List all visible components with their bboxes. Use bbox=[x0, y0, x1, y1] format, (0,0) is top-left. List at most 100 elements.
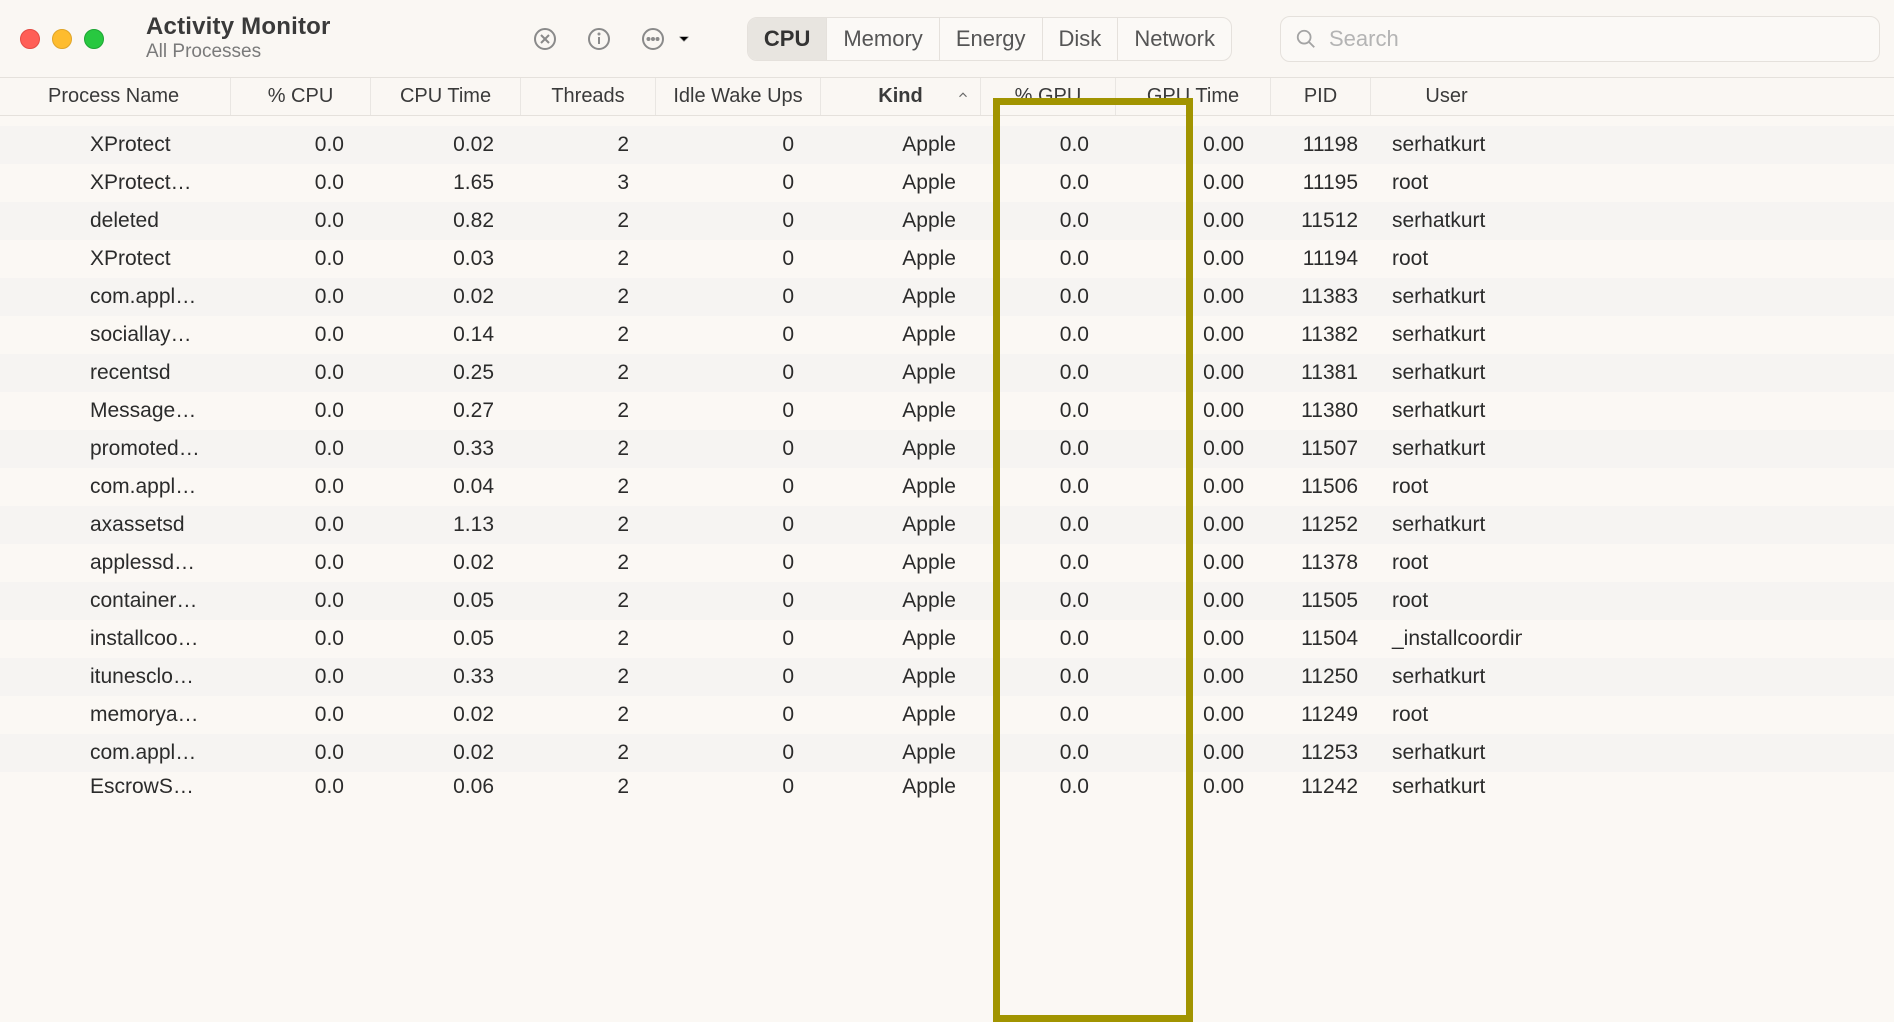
table-row[interactable] bbox=[0, 116, 1894, 126]
cell-gpu-percent: 0.0 bbox=[980, 399, 1115, 423]
cell-kind: Apple bbox=[820, 665, 980, 689]
table-row[interactable]: promoted… 0.0 0.33 2 0 Apple 0.0 0.00 11… bbox=[0, 430, 1894, 468]
col-kind[interactable]: Kind bbox=[820, 78, 980, 115]
cell-user: _installcoordin bbox=[1370, 627, 1522, 651]
cell-user: serhatkurt bbox=[1370, 437, 1522, 461]
col-label: User bbox=[1425, 85, 1467, 108]
table-row[interactable]: XProtect 0.0 0.03 2 0 Apple 0.0 0.00 111… bbox=[0, 240, 1894, 278]
options-popup-button[interactable] bbox=[633, 19, 693, 59]
cell-process-name: promoted… bbox=[40, 437, 230, 461]
view-tabs: CPU Memory Energy Disk Network bbox=[747, 17, 1232, 61]
tab-disk[interactable]: Disk bbox=[1042, 18, 1118, 60]
cell-pid: 11194 bbox=[1270, 247, 1370, 271]
cell-process-name: container… bbox=[40, 589, 230, 613]
table-row[interactable]: deleted 0.0 0.82 2 0 Apple 0.0 0.00 1151… bbox=[0, 202, 1894, 240]
table-row[interactable]: installcoo… 0.0 0.05 2 0 Apple 0.0 0.00 … bbox=[0, 620, 1894, 658]
cell-threads: 2 bbox=[520, 399, 655, 423]
close-window-button[interactable] bbox=[20, 29, 40, 49]
cell-pid: 11383 bbox=[1270, 285, 1370, 309]
minimize-window-button[interactable] bbox=[52, 29, 72, 49]
cell-process-name: recentsd bbox=[40, 361, 230, 385]
col-gpu-time[interactable]: GPU Time bbox=[1115, 78, 1270, 115]
cell-pid: 11382 bbox=[1270, 323, 1370, 347]
cell-process-name: EscrowS… bbox=[40, 775, 230, 799]
tab-energy[interactable]: Energy bbox=[939, 18, 1042, 60]
cell-threads: 2 bbox=[520, 703, 655, 727]
window-subtitle: All Processes bbox=[146, 42, 416, 63]
tab-network[interactable]: Network bbox=[1117, 18, 1231, 60]
cell-threads: 2 bbox=[520, 551, 655, 575]
cell-kind: Apple bbox=[820, 513, 980, 537]
cell-cpu-percent: 0.0 bbox=[230, 323, 370, 347]
cell-idle-wakeups: 0 bbox=[655, 209, 820, 233]
tab-cpu[interactable]: CPU bbox=[748, 18, 826, 60]
col-idle-wakeups[interactable]: Idle Wake Ups bbox=[655, 78, 820, 115]
stop-process-button[interactable] bbox=[525, 19, 565, 59]
cell-cpu-percent: 0.0 bbox=[230, 171, 370, 195]
cell-gpu-time: 0.00 bbox=[1115, 361, 1270, 385]
col-label: PID bbox=[1304, 85, 1337, 108]
cell-idle-wakeups: 0 bbox=[655, 551, 820, 575]
cell-gpu-time: 0.00 bbox=[1115, 323, 1270, 347]
cell-gpu-percent: 0.0 bbox=[980, 437, 1115, 461]
cell-gpu-percent: 0.0 bbox=[980, 627, 1115, 651]
table-row[interactable]: applessd… 0.0 0.02 2 0 Apple 0.0 0.00 11… bbox=[0, 544, 1894, 582]
cell-gpu-percent: 0.0 bbox=[980, 285, 1115, 309]
table-row[interactable]: memorya… 0.0 0.02 2 0 Apple 0.0 0.00 112… bbox=[0, 696, 1894, 734]
cell-gpu-percent: 0.0 bbox=[980, 775, 1115, 799]
table-row[interactable]: recentsd 0.0 0.25 2 0 Apple 0.0 0.00 113… bbox=[0, 354, 1894, 392]
table-row[interactable]: sociallay… 0.0 0.14 2 0 Apple 0.0 0.00 1… bbox=[0, 316, 1894, 354]
col-cpu-time[interactable]: CPU Time bbox=[370, 78, 520, 115]
cell-pid: 11378 bbox=[1270, 551, 1370, 575]
cell-process-name: installcoo… bbox=[40, 627, 230, 651]
tab-memory[interactable]: Memory bbox=[826, 18, 938, 60]
col-user[interactable]: User bbox=[1370, 78, 1522, 115]
cell-cpu-time: 0.25 bbox=[370, 361, 520, 385]
cell-threads: 2 bbox=[520, 589, 655, 613]
table-row[interactable]: XProtect… 0.0 1.65 3 0 Apple 0.0 0.00 11… bbox=[0, 164, 1894, 202]
cell-user: root bbox=[1370, 247, 1522, 271]
cell-threads: 2 bbox=[520, 285, 655, 309]
title-block: Activity Monitor All Processes bbox=[132, 14, 416, 63]
cell-gpu-time: 0.00 bbox=[1115, 285, 1270, 309]
table-row[interactable]: itunesclo… 0.0 0.33 2 0 Apple 0.0 0.00 1… bbox=[0, 658, 1894, 696]
stop-icon bbox=[533, 27, 557, 51]
table-row[interactable]: Message… 0.0 0.27 2 0 Apple 0.0 0.00 113… bbox=[0, 392, 1894, 430]
cell-process-name: deleted bbox=[40, 209, 230, 233]
col-gpu-percent[interactable]: % GPU bbox=[980, 78, 1115, 115]
cell-user: root bbox=[1370, 171, 1522, 195]
cell-cpu-percent: 0.0 bbox=[230, 437, 370, 461]
table-row[interactable]: container… 0.0 0.05 2 0 Apple 0.0 0.00 1… bbox=[0, 582, 1894, 620]
cell-pid: 11512 bbox=[1270, 209, 1370, 233]
cell-user: serhatkurt bbox=[1370, 209, 1522, 233]
cell-kind: Apple bbox=[820, 171, 980, 195]
cell-user: serhatkurt bbox=[1370, 399, 1522, 423]
table-row[interactable]: EscrowS… 0.0 0.06 2 0 Apple 0.0 0.00 112… bbox=[0, 772, 1894, 802]
zoom-window-button[interactable] bbox=[84, 29, 104, 49]
col-label: Kind bbox=[878, 85, 922, 108]
table-row[interactable]: com.appl… 0.0 0.02 2 0 Apple 0.0 0.00 11… bbox=[0, 278, 1894, 316]
col-pid[interactable]: PID bbox=[1270, 78, 1370, 115]
cell-kind: Apple bbox=[820, 209, 980, 233]
table-row[interactable]: XProtect 0.0 0.02 2 0 Apple 0.0 0.00 111… bbox=[0, 126, 1894, 164]
cell-gpu-percent: 0.0 bbox=[980, 209, 1115, 233]
sort-ascending-icon bbox=[956, 85, 970, 108]
cell-idle-wakeups: 0 bbox=[655, 323, 820, 347]
col-process-name[interactable]: Process Name bbox=[40, 78, 230, 115]
cell-threads: 2 bbox=[520, 247, 655, 271]
table-row[interactable]: com.appl… 0.0 0.04 2 0 Apple 0.0 0.00 11… bbox=[0, 468, 1894, 506]
cell-cpu-percent: 0.0 bbox=[230, 399, 370, 423]
cell-pid: 11195 bbox=[1270, 171, 1370, 195]
search-input[interactable] bbox=[1327, 25, 1865, 53]
table-row[interactable]: com.appl… 0.0 0.02 2 0 Apple 0.0 0.00 11… bbox=[0, 734, 1894, 772]
inspect-process-button[interactable] bbox=[579, 19, 619, 59]
chevron-down-icon bbox=[675, 30, 693, 48]
col-cpu-percent[interactable]: % CPU bbox=[230, 78, 370, 115]
search-field[interactable] bbox=[1280, 16, 1880, 62]
col-threads[interactable]: Threads bbox=[520, 78, 655, 115]
cell-gpu-percent: 0.0 bbox=[980, 665, 1115, 689]
cell-gpu-percent: 0.0 bbox=[980, 741, 1115, 765]
cell-cpu-percent: 0.0 bbox=[230, 665, 370, 689]
table-row[interactable]: axassetsd 0.0 1.13 2 0 Apple 0.0 0.00 11… bbox=[0, 506, 1894, 544]
cell-cpu-percent: 0.0 bbox=[230, 285, 370, 309]
